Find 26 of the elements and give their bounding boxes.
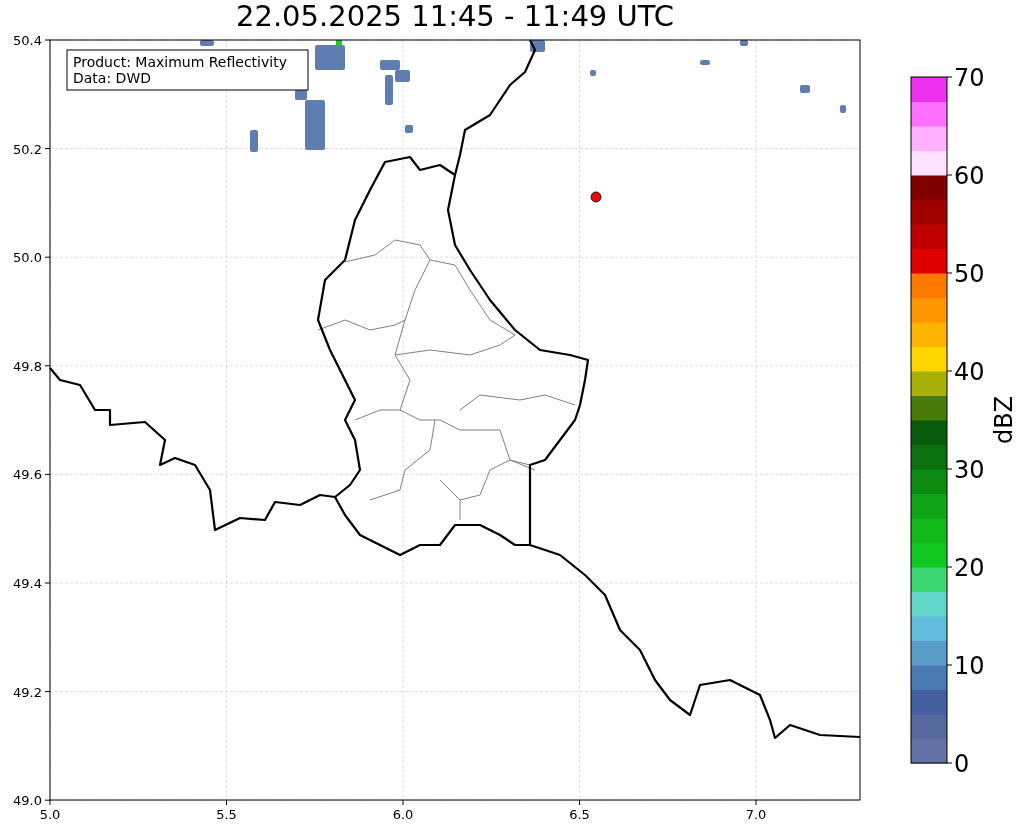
x-tick-label: 7.0 — [745, 807, 767, 822]
y-tick-label: 49.2 — [13, 684, 42, 700]
colorbar-tick-label: 50 — [954, 260, 985, 288]
colorbar-tick-label: 10 — [954, 652, 985, 680]
colorbar-tick-label: 60 — [954, 162, 985, 190]
y-tick-label: 50.2 — [13, 141, 42, 157]
colorbar-label: dBZ — [990, 395, 1018, 445]
location-marker — [590, 191, 602, 203]
x-tick-label: 6.0 — [392, 807, 414, 822]
colorbar-tick-label: 0 — [954, 750, 970, 778]
x-tick-label: 6.5 — [569, 807, 590, 822]
y-tick-label: 49.6 — [13, 467, 42, 483]
y-tick-label: 50.4 — [13, 33, 42, 48]
colorbar-tick-label: 40 — [954, 358, 985, 386]
colorbar-tick-label: 20 — [954, 554, 985, 582]
y-tick-label: 49.0 — [13, 793, 42, 809]
y-tick-label: 49.4 — [13, 576, 42, 591]
colorbar-tick-label: 70 — [954, 64, 985, 92]
colorbar-tick-label: 30 — [954, 456, 985, 484]
y-tick-label: 50.0 — [13, 250, 42, 266]
y-tick-label: 49.8 — [13, 358, 42, 374]
x-tick-label: 5.5 — [216, 807, 237, 822]
chart-title: 22.05.2025 11:45 - 11:49 UTC — [236, 1, 674, 31]
info-text: Data: DWD — [73, 70, 151, 86]
x-tick-label: 5.0 — [39, 807, 61, 822]
info-text: Product: Maximum Reflectivity — [73, 54, 287, 70]
